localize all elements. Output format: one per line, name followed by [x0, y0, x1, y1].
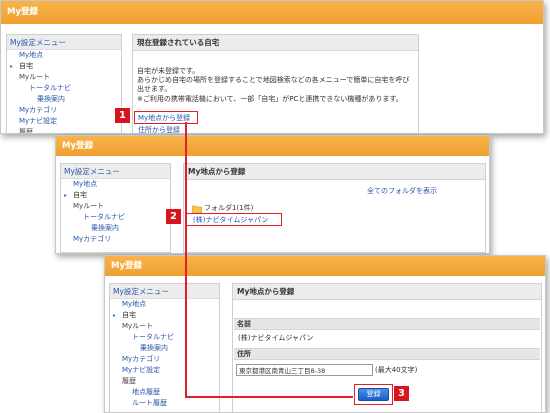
step-badge-1: 1 [115, 108, 130, 123]
step-badge-3: 3 [394, 386, 409, 401]
window-title: My登録 [1, 1, 543, 24]
sidebar-item-route-history[interactable]: ルート履歴 [110, 398, 219, 409]
sidebar-item-total-navi[interactable]: トータルナビ [61, 212, 170, 223]
home-description-2: 出せます。 [137, 85, 172, 93]
settings-sidebar: My設定メニュー My地点 ▸ 自宅 Myルート トータルナビ 乗換案内 Myカテ… [60, 163, 171, 253]
show-all-folders-link[interactable]: 全てのフォルダを表示 [367, 187, 437, 197]
highlight-box-3 [354, 384, 393, 405]
sidebar-item-my-category[interactable]: Myカテゴリ [110, 354, 219, 365]
sidebar-item-home[interactable]: ▸ 自宅 [110, 310, 219, 321]
window-title: My登録 [105, 256, 545, 276]
screenshot-step-3: My登録 My設定メニュー My地点 ▸ 自宅 Myルート トータルナビ 乗換案内… [104, 255, 546, 413]
address-section-label: 住所 [234, 348, 540, 360]
home-description-1: あらかじめ自宅の場所を登録することで地図検索などの各メニューで簡単に自宅を呼び [137, 76, 410, 84]
name-section-label: 名前 [234, 318, 540, 330]
sidebar-item-my-point[interactable]: My地点 [110, 299, 219, 310]
sidebar-item-transfer[interactable]: 乗換案内 [61, 223, 170, 234]
settings-sidebar: My設定メニュー My地点 ▸ 自宅 Myルート トータルナビ 乗換案内 Myカテ… [6, 34, 122, 134]
address-max-note: (最大40文字) [375, 366, 418, 374]
sidebar-item-my-route: Myルート [73, 202, 105, 210]
sidebar-item-my-category[interactable]: Myカテゴリ [7, 105, 121, 116]
connector-line-vertical [185, 122, 187, 398]
sidebar-item-transfer[interactable]: 乗換案内 [7, 94, 121, 105]
current-arrow-icon: ▸ [113, 312, 117, 319]
name-value: (株)ナビタイムジャパン [238, 334, 314, 342]
panel-heading: My地点から登録 [184, 164, 485, 180]
current-arrow-icon: ▸ [10, 63, 14, 70]
sidebar-heading[interactable]: My設定メニュー [7, 35, 121, 50]
sidebar-item-home[interactable]: ▸ 自宅 [7, 61, 121, 72]
panel-heading: 現在登録されている自宅 [133, 35, 418, 51]
connector-line-horizontal [185, 396, 353, 398]
address-input[interactable] [236, 364, 373, 376]
sidebar-item-my-navi-settings[interactable]: Myナビ設定 [110, 365, 219, 376]
sidebar-item-my-point[interactable]: My地点 [61, 179, 170, 190]
compat-note: ※ご利用の携帯電話機において、一部「自宅」がPCと連携できない機種があります。 [137, 95, 403, 103]
highlight-box-1 [134, 111, 198, 124]
current-arrow-icon: ▸ [64, 192, 68, 199]
sidebar-item-my-category[interactable]: Myカテゴリ [61, 234, 170, 245]
sidebar-item-my-route: Myルート [19, 73, 51, 81]
settings-sidebar: My設定メニュー My地点 ▸ 自宅 Myルート トータルナビ 乗換案内 Myカテ… [109, 283, 220, 412]
screenshot-step-2: My登録 My設定メニュー My地点 ▸ 自宅 Myルート トータルナビ 乗換案内… [55, 135, 490, 254]
highlight-box-2 [186, 213, 282, 226]
sidebar-heading[interactable]: My設定メニュー [61, 164, 170, 179]
sidebar-item-label: 自宅 [122, 311, 136, 319]
step-badge-2: 2 [166, 209, 181, 224]
screenshot-step-1: My登録 My設定メニュー My地点 ▸ 自宅 Myルート トータルナビ 乗換案内… [0, 0, 544, 134]
window-title: My登録 [56, 136, 489, 156]
sidebar-item-label: 自宅 [73, 191, 87, 199]
panel-heading: My地点から登録 [233, 284, 541, 300]
register-from-address-link[interactable]: 住所から登録 [138, 126, 180, 133]
sidebar-item-history: 履歴 [19, 128, 33, 134]
folder-icon [192, 205, 202, 213]
sidebar-item-my-route: Myルート [122, 322, 154, 330]
sidebar-heading[interactable]: My設定メニュー [110, 284, 219, 299]
sidebar-item-transfer[interactable]: 乗換案内 [110, 343, 219, 354]
sidebar-item-my-navi-settings[interactable]: Myナビ設定 [7, 116, 121, 127]
sidebar-item-total-navi[interactable]: トータルナビ [7, 83, 121, 94]
sidebar-item-history: 履歴 [122, 377, 136, 385]
sidebar-item-my-point[interactable]: My地点 [7, 50, 121, 61]
sidebar-item-total-navi[interactable]: トータルナビ [110, 332, 219, 343]
sidebar-item-home[interactable]: ▸ 自宅 [61, 190, 170, 201]
sidebar-item-label: 自宅 [19, 62, 33, 70]
